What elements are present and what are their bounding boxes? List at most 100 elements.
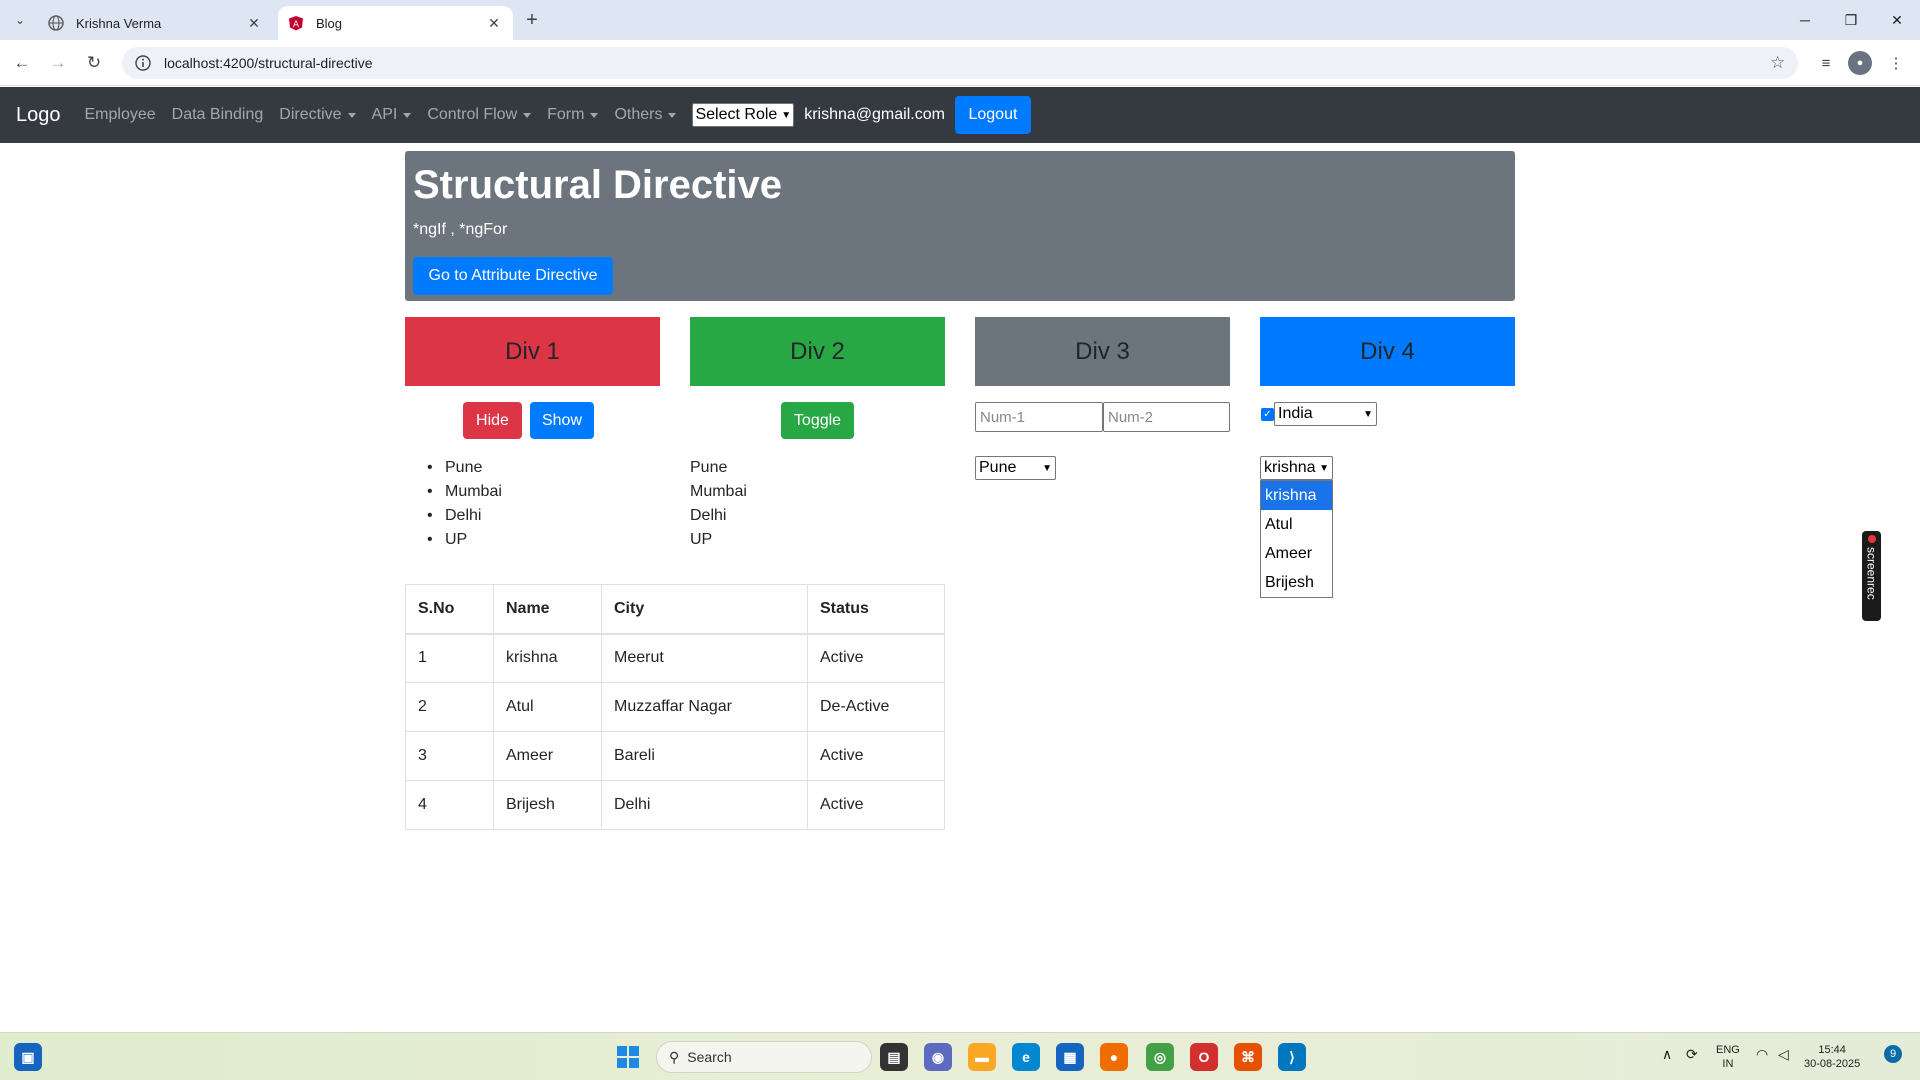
- store-icon[interactable]: ▦: [1056, 1043, 1084, 1071]
- country-select[interactable]: India ▼: [1274, 402, 1377, 426]
- div-2-box: Div 2: [690, 317, 945, 386]
- tab-title: Krishna Verma: [76, 15, 162, 31]
- page-title: Structural Directive: [413, 163, 783, 207]
- caret-down-icon: [523, 112, 532, 118]
- column-header-sno: S.No: [405, 584, 494, 635]
- search-label: Search: [687, 1049, 732, 1065]
- clock[interactable]: 15:44 30-08-2025: [1804, 1043, 1860, 1071]
- cell-sno: 2: [405, 682, 494, 732]
- city-select[interactable]: Pune ▼: [975, 456, 1056, 480]
- widgets-icon[interactable]: ▣: [14, 1043, 42, 1071]
- nav-dropdown-others[interactable]: Others: [614, 106, 677, 124]
- cell-status: Active: [807, 633, 945, 683]
- column-header-city: City: [601, 584, 808, 635]
- role-select[interactable]: Select Role ▼: [692, 103, 795, 127]
- edge-browser-icon[interactable]: e: [1012, 1043, 1040, 1071]
- cell-city: Muzzaffar Nagar: [601, 682, 808, 732]
- task-view-icon[interactable]: ▤: [880, 1043, 908, 1071]
- file-explorer-icon[interactable]: ▬: [968, 1043, 996, 1071]
- language-indicator[interactable]: ENG IN: [1716, 1043, 1740, 1071]
- brand-logo[interactable]: Logo: [16, 104, 61, 127]
- toggle-button[interactable]: Toggle: [781, 402, 854, 439]
- reload-icon[interactable]: ↻: [82, 51, 106, 75]
- screenrec-label: screenrec: [1864, 547, 1879, 600]
- tab-search-chevron-icon[interactable]: ⌄: [8, 8, 32, 32]
- back-arrow-icon[interactable]: ←: [10, 51, 34, 75]
- table-row: 2 Atul Muzzaffar Nagar De-Active: [405, 682, 945, 732]
- city-bullet-list: Pune Mumbai Delhi UP: [427, 456, 502, 552]
- close-tab-icon[interactable]: ✕: [245, 14, 263, 32]
- address-bar[interactable]: localhost:4200/structural-directive ☆: [122, 47, 1798, 79]
- forward-arrow-icon[interactable]: →: [46, 51, 70, 75]
- site-info-icon[interactable]: [134, 54, 152, 72]
- chevron-down-icon: ▼: [1042, 462, 1052, 474]
- opera-icon[interactable]: O: [1190, 1043, 1218, 1071]
- page-subtitle: *ngIf , *ngFor: [413, 221, 508, 238]
- cell-sno: 1: [405, 633, 494, 683]
- bookmark-star-icon[interactable]: ☆: [1770, 53, 1798, 73]
- city-plain-list: Pune Mumbai Delhi UP: [690, 456, 747, 552]
- more-menu-icon[interactable]: ⋮: [1884, 51, 1908, 75]
- show-button[interactable]: Show: [530, 402, 594, 439]
- name-option-ameer[interactable]: Ameer: [1261, 539, 1332, 568]
- nav-link-data-binding[interactable]: Data Binding: [172, 106, 264, 124]
- chrome-icon[interactable]: ◎: [1146, 1043, 1174, 1071]
- profile-avatar-icon[interactable]: ●: [1848, 51, 1872, 75]
- xampp-icon[interactable]: ⌘: [1234, 1043, 1262, 1071]
- cell-status: De-Active: [807, 682, 945, 732]
- restore-icon[interactable]: ❐: [1828, 0, 1874, 40]
- media-queue-icon[interactable]: ≡: [1814, 51, 1838, 75]
- volume-icon[interactable]: ◁: [1778, 1047, 1789, 1061]
- show-country-checkbox[interactable]: ✓: [1261, 408, 1274, 421]
- screenrec-widget[interactable]: screenrec: [1862, 531, 1881, 621]
- cell-city: Delhi: [601, 780, 808, 830]
- browser-tab-blog[interactable]: A Blog ✕: [278, 6, 513, 40]
- cell-status: Active: [807, 780, 945, 830]
- vscode-icon[interactable]: ⟩: [1278, 1043, 1306, 1071]
- name-select[interactable]: krishna ▼: [1260, 456, 1333, 480]
- logout-button[interactable]: Logout: [954, 96, 1031, 134]
- list-item: Delhi: [427, 504, 502, 528]
- firefox-icon[interactable]: ●: [1100, 1043, 1128, 1071]
- app-navbar: Logo Employee Data Binding Directive API…: [0, 87, 1920, 143]
- cell-name: Ameer: [493, 731, 602, 781]
- name-option-brijesh[interactable]: Brijesh: [1261, 568, 1332, 597]
- name-option-atul[interactable]: Atul: [1261, 510, 1332, 539]
- tray-chevron-up-icon[interactable]: ∧: [1662, 1047, 1672, 1061]
- nav-dropdown-api[interactable]: API: [372, 106, 412, 124]
- nav-link-employee[interactable]: Employee: [85, 106, 156, 124]
- caret-down-icon: [590, 112, 599, 118]
- nav-dropdown-control-flow[interactable]: Control Flow: [427, 106, 532, 124]
- browser-tab-krishna-verma[interactable]: Krishna Verma ✕: [38, 6, 273, 40]
- new-tab-plus-icon[interactable]: +: [520, 8, 544, 32]
- wifi-icon[interactable]: ◠: [1756, 1047, 1768, 1061]
- nav-dropdown-directive[interactable]: Directive: [279, 106, 356, 124]
- list-item: UP: [427, 528, 502, 552]
- minimize-icon[interactable]: ─: [1782, 0, 1828, 40]
- div-4-box: Div 4: [1260, 317, 1515, 386]
- list-item: UP: [690, 531, 713, 548]
- taskbar-search[interactable]: ⚲ Search: [656, 1041, 872, 1073]
- cell-name: Atul: [493, 682, 602, 732]
- tab-title: Blog: [316, 15, 343, 31]
- nav-dropdown-form[interactable]: Form: [547, 106, 599, 124]
- browser-toolbar: ← → ↻ localhost:4200/structural-directiv…: [0, 40, 1920, 86]
- user-email: krishna@gmail.com: [804, 106, 945, 123]
- name-option-krishna[interactable]: krishna: [1261, 481, 1332, 510]
- num-1-input[interactable]: Num-1: [975, 402, 1103, 432]
- cell-name: krishna: [493, 633, 602, 683]
- chat-icon[interactable]: ◉: [924, 1043, 952, 1071]
- notification-badge[interactable]: 9: [1884, 1045, 1902, 1063]
- close-tab-icon[interactable]: ✕: [485, 14, 503, 32]
- go-to-attribute-directive-button[interactable]: Go to Attribute Directive: [413, 257, 613, 295]
- browser-tab-strip: ⌄ Krishna Verma ✕ A Blog ✕ + ─ ❐ ✕: [0, 0, 1920, 40]
- record-dot-icon: [1867, 535, 1876, 543]
- sync-icon[interactable]: ⟳: [1686, 1047, 1698, 1061]
- cell-status: Active: [807, 731, 945, 781]
- hide-button[interactable]: Hide: [463, 402, 522, 439]
- name-select-options: krishna Atul Ameer Brijesh: [1260, 480, 1333, 598]
- num-2-input[interactable]: Num-2: [1103, 402, 1230, 432]
- close-window-icon[interactable]: ✕: [1874, 0, 1920, 40]
- caret-down-icon: [347, 112, 356, 118]
- windows-start-icon[interactable]: [614, 1043, 642, 1071]
